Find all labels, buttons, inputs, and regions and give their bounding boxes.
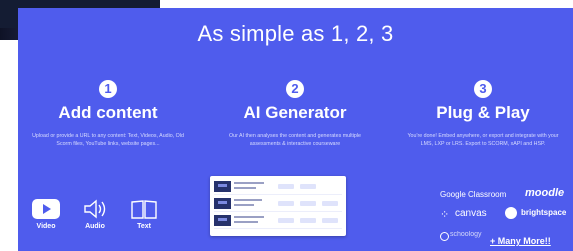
format-text: Text bbox=[122, 198, 166, 230]
preview-action bbox=[278, 184, 294, 189]
schoology-logo: schoology bbox=[450, 231, 482, 238]
play-icon bbox=[32, 199, 60, 219]
step-number-badge: 3 bbox=[474, 80, 492, 98]
step-2: 2 AI Generator Our AI then analyses the … bbox=[205, 80, 385, 148]
preview-row bbox=[214, 179, 342, 195]
format-label: Audio bbox=[85, 223, 105, 230]
preview-thumbnail bbox=[214, 181, 231, 192]
preview-action bbox=[322, 218, 338, 223]
preview-action bbox=[322, 201, 338, 206]
preview-action bbox=[300, 218, 316, 223]
step-title: Add content bbox=[58, 103, 158, 122]
brightspace-icon bbox=[505, 207, 517, 219]
many-more-link[interactable]: + Many More!! bbox=[490, 236, 551, 246]
generator-preview-card bbox=[210, 176, 346, 236]
preview-action bbox=[278, 218, 294, 223]
preview-action bbox=[300, 184, 316, 189]
step-1: 1 Add content Upload or provide a URL to… bbox=[18, 80, 198, 148]
format-label: Video bbox=[36, 223, 56, 230]
book-icon bbox=[131, 200, 157, 219]
preview-row bbox=[214, 196, 342, 212]
brightspace-logo: brightspace bbox=[521, 208, 567, 217]
google-classroom-logo: Google Classroom bbox=[440, 190, 507, 199]
preview-thumbnail bbox=[214, 215, 231, 226]
preview-action bbox=[278, 201, 294, 206]
speaker-icon bbox=[84, 199, 106, 219]
step-title: Plug & Play bbox=[436, 103, 530, 122]
format-audio: Audio bbox=[73, 198, 117, 230]
moodle-logo: moodle bbox=[525, 187, 565, 199]
step-description: Our AI then analyses the content and gen… bbox=[229, 133, 361, 147]
preview-action bbox=[300, 201, 316, 206]
step-number-badge: 2 bbox=[286, 80, 304, 98]
format-label: Text bbox=[137, 223, 151, 230]
preview-thumbnail bbox=[214, 198, 231, 209]
canvas-icon: ⁘ bbox=[440, 209, 450, 221]
step-description: You're done! Embed anywhere, or export a… bbox=[407, 133, 559, 147]
preview-row bbox=[214, 213, 342, 229]
section-heading: As simple as 1, 2, 3 bbox=[197, 21, 394, 46]
step-number-badge: 1 bbox=[99, 80, 117, 98]
canvas-logo: canvas bbox=[455, 208, 487, 219]
format-video: Video bbox=[24, 198, 68, 230]
step-title: AI Generator bbox=[243, 103, 347, 122]
step-3: 3 Plug & Play You're done! Embed anywher… bbox=[393, 80, 573, 148]
step-description: Upload or provide a URL to any content: … bbox=[32, 133, 184, 147]
content-formats: Video Audio Text bbox=[24, 198, 166, 230]
schoology-icon bbox=[440, 232, 449, 241]
